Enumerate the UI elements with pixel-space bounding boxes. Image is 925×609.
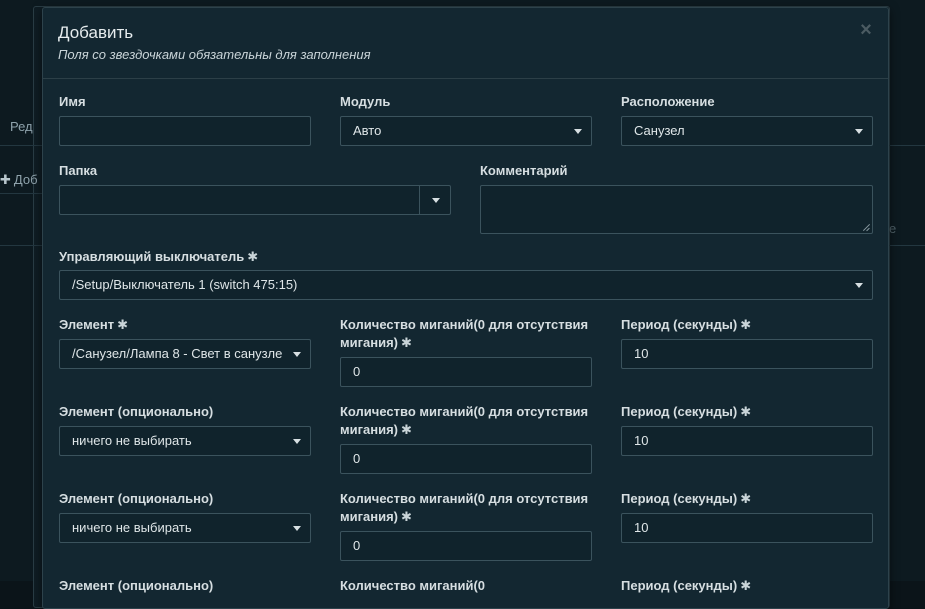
background-divider bbox=[0, 145, 42, 146]
element-select-1[interactable]: /Санузел/Лампа 8 - Свет в санузле bbox=[59, 339, 311, 369]
control-switch-select[interactable]: /Setup/Выключатель 1 (switch 475:15) bbox=[59, 270, 873, 300]
caret-down-icon bbox=[432, 198, 440, 203]
caret-down-icon bbox=[293, 439, 301, 444]
dialog-subtitle: Поля со звездочками обязательны для запо… bbox=[58, 47, 371, 62]
location-select-value: Санузел bbox=[634, 123, 685, 138]
control-switch-label-text: Управляющий выключатель bbox=[59, 249, 245, 264]
background-divider-3 bbox=[0, 245, 42, 246]
required-asterisk-icon: ✱ bbox=[740, 404, 752, 419]
location-label: Расположение bbox=[621, 94, 715, 109]
period-input-3[interactable]: 10 bbox=[621, 513, 873, 543]
module-label: Модуль bbox=[340, 94, 391, 109]
period-label-3: Период (секунды) ✱ bbox=[621, 490, 751, 508]
folder-label: Папка bbox=[59, 163, 98, 178]
blinks-label-1: Количество миганий(0 для отсутствия мига… bbox=[340, 316, 602, 352]
dialog-header: Добавить Поля со звездочками обязательны… bbox=[43, 8, 888, 79]
background-divider-2 bbox=[0, 193, 42, 194]
caret-down-icon bbox=[293, 526, 301, 531]
blinks-label-text-2: Количество миганий(0 для отсутствия мига… bbox=[340, 404, 589, 437]
background-divider-4 bbox=[888, 245, 925, 246]
element-label-3: Элемент (опционально) bbox=[59, 491, 214, 506]
plus-icon: ✚ bbox=[0, 172, 11, 187]
dialog-title: Добавить bbox=[58, 23, 134, 42]
comment-textarea[interactable] bbox=[480, 185, 873, 234]
required-asterisk-icon: ✱ bbox=[401, 335, 412, 350]
blinks-input-2[interactable]: 0 bbox=[340, 444, 592, 474]
element-label-1: Элемент ✱ bbox=[59, 316, 128, 334]
blinks-label-3: Количество миганий(0 для отсутствия мига… bbox=[340, 490, 602, 526]
period-input-1[interactable]: 10 bbox=[621, 339, 873, 369]
element-select-value-3: ничего не выбирать bbox=[72, 520, 192, 535]
element-label-2: Элемент (опционально) bbox=[59, 404, 214, 419]
blinks-label-4: Количество миганий(0 bbox=[340, 578, 486, 593]
module-select-value: Авто bbox=[353, 123, 382, 138]
element-select-value-1: /Санузел/Лампа 8 - Свет в санузле bbox=[72, 346, 283, 361]
blinks-input-1[interactable]: 0 bbox=[340, 357, 592, 387]
caret-down-icon bbox=[293, 352, 301, 357]
element-label-4: Элемент (опционально) bbox=[59, 578, 214, 593]
required-asterisk-icon: ✱ bbox=[117, 317, 129, 332]
background-add-button[interactable]: ✚ Доб bbox=[0, 172, 38, 188]
background-divider-right bbox=[888, 145, 925, 146]
element-select-value-2: ничего не выбирать bbox=[72, 433, 192, 448]
caret-down-icon bbox=[855, 129, 863, 134]
caret-down-icon bbox=[855, 283, 863, 288]
required-asterisk-icon: ✱ bbox=[401, 422, 412, 437]
period-label-text-2: Период (секунды) bbox=[621, 404, 738, 419]
background-tab[interactable]: Ред bbox=[10, 119, 33, 134]
control-switch-value: /Setup/Выключатель 1 (switch 475:15) bbox=[72, 277, 298, 292]
background-add-label: Доб bbox=[13, 172, 38, 187]
period-label-4: Период (секунды) ✱ bbox=[621, 577, 751, 595]
period-label-text-4: Период (секунды) bbox=[621, 578, 738, 593]
required-asterisk-icon: ✱ bbox=[740, 491, 752, 506]
close-icon[interactable]: × bbox=[855, 19, 877, 41]
blinks-label-2: Количество миганий(0 для отсутствия мига… bbox=[340, 403, 602, 439]
blinks-input-3[interactable]: 0 bbox=[340, 531, 592, 561]
required-asterisk-icon: ✱ bbox=[247, 249, 259, 264]
period-label-2: Период (секунды) ✱ bbox=[621, 403, 751, 421]
module-select[interactable]: Авто bbox=[340, 116, 592, 146]
element-select-3[interactable]: ничего не выбирать bbox=[59, 513, 311, 543]
required-asterisk-icon: ✱ bbox=[401, 509, 412, 524]
element-select-2[interactable]: ничего не выбирать bbox=[59, 426, 311, 456]
required-asterisk-icon: ✱ bbox=[740, 317, 752, 332]
name-label: Имя bbox=[59, 94, 86, 109]
required-asterisk-icon: ✱ bbox=[740, 578, 752, 593]
control-switch-label: Управляющий выключатель ✱ bbox=[59, 248, 258, 266]
comment-label: Комментарий bbox=[480, 163, 568, 178]
element-label-text-1: Элемент bbox=[59, 317, 115, 332]
period-label-text-1: Период (секунды) bbox=[621, 317, 738, 332]
blinks-label-text-3: Количество миганий(0 для отсутствия мига… bbox=[340, 491, 589, 524]
folder-select[interactable] bbox=[59, 185, 451, 215]
resize-handle-icon[interactable] bbox=[863, 224, 870, 231]
period-label-1: Период (секунды) ✱ bbox=[621, 316, 751, 334]
name-input[interactable] bbox=[59, 116, 311, 146]
blinks-label-text-1: Количество миганий(0 для отсутствия мига… bbox=[340, 317, 589, 350]
period-input-2[interactable]: 10 bbox=[621, 426, 873, 456]
add-dialog: Добавить Поля со звездочками обязательны… bbox=[42, 7, 889, 609]
folder-dropdown-toggle[interactable] bbox=[419, 186, 450, 214]
background-column-header: е bbox=[889, 221, 897, 236]
location-select[interactable]: Санузел bbox=[621, 116, 873, 146]
caret-down-icon bbox=[574, 129, 582, 134]
period-label-text-3: Период (секунды) bbox=[621, 491, 738, 506]
